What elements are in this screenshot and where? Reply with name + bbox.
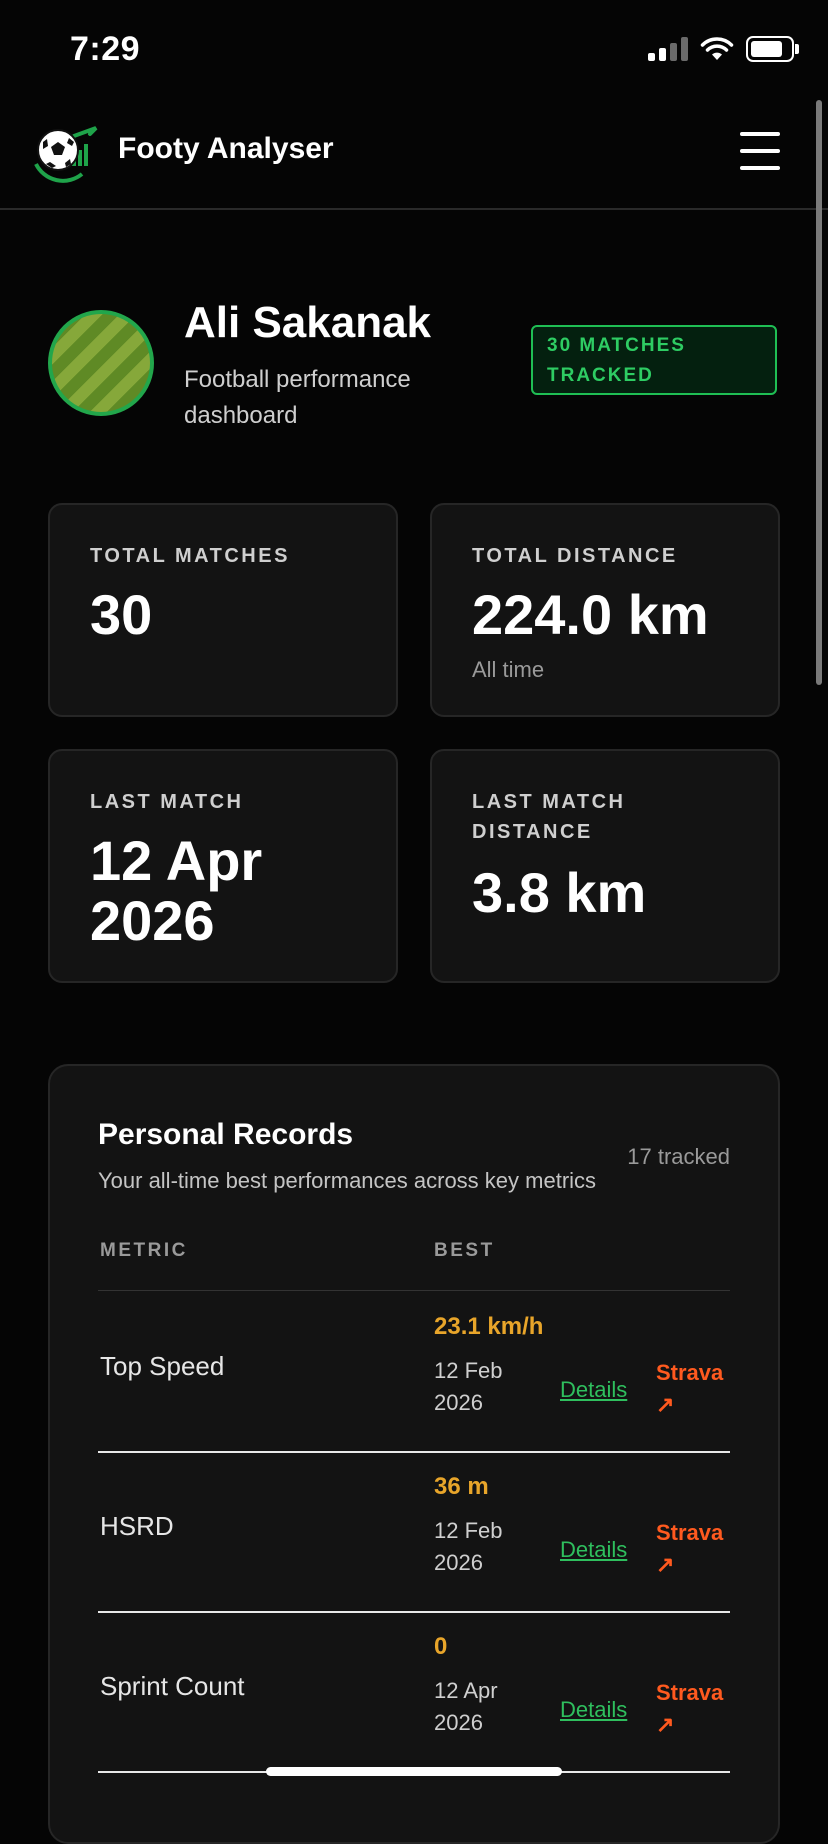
best-date: 12 Feb 2026: [434, 1518, 503, 1575]
best-date: 12 Feb 2026: [434, 1358, 503, 1415]
metric-label: Top Speed: [100, 1351, 225, 1381]
details-link[interactable]: Details: [560, 1377, 627, 1403]
stat-value: 30: [90, 583, 153, 646]
column-header-metric: METRIC: [100, 1240, 188, 1261]
hamburger-menu-icon[interactable]: [740, 132, 780, 170]
column-header-best: BEST: [434, 1240, 495, 1261]
last-match-card: LAST MATCH 12 Apr 2026: [48, 749, 398, 983]
best-value: 23.1 km/h: [434, 1313, 544, 1340]
app-title: Footy Analyser: [118, 132, 334, 165]
total-matches-card: TOTAL MATCHES 30: [48, 503, 398, 717]
best-value: 36 m: [434, 1473, 489, 1500]
strava-link[interactable]: Strava ↗: [656, 1357, 736, 1421]
stat-value: 224.0 km: [472, 583, 709, 646]
records-count: 17 tracked: [627, 1144, 730, 1169]
record-row-hsrd: HSRD 36 m 12 Feb 2026 Details Strava ↗: [98, 1451, 730, 1613]
stat-value: 3.8 km: [472, 861, 647, 924]
record-row-sprint-count: Sprint Count 0 12 Apr 2026 Details Strav…: [98, 1611, 730, 1773]
battery-icon: [746, 36, 799, 62]
stat-value: 12 Apr 2026: [90, 829, 263, 952]
stat-label: LAST MATCH: [90, 791, 244, 813]
last-match-distance-card: LAST MATCH DISTANCE 3.8 km: [430, 749, 780, 983]
stat-label: LAST MATCH DISTANCE: [472, 791, 626, 843]
metric-label: Sprint Count: [100, 1671, 245, 1701]
strava-link[interactable]: Strava ↗: [656, 1517, 736, 1581]
strava-link[interactable]: Strava ↗: [656, 1677, 736, 1741]
best-value: 0: [434, 1633, 448, 1660]
soccer-ball-logo-icon[interactable]: [30, 118, 100, 188]
stat-label: TOTAL DISTANCE: [472, 545, 678, 567]
battery-level: [751, 41, 782, 57]
details-link[interactable]: Details: [560, 1537, 627, 1563]
user-subtitle: Football performance dashboard: [184, 366, 411, 429]
stat-note: All time: [472, 657, 545, 682]
record-row-top-speed: Top Speed 23.1 km/h 12 Feb 2026 Details …: [98, 1291, 730, 1453]
home-indicator[interactable]: [266, 1767, 562, 1776]
scrollbar[interactable]: [816, 100, 822, 685]
best-date: 12 Apr 2026: [434, 1678, 498, 1735]
avatar: [48, 310, 154, 416]
user-name: Ali Sakanak: [184, 298, 432, 347]
personal-records-card: Personal Records Your all-time best perf…: [48, 1064, 780, 1844]
metric-label: HSRD: [100, 1511, 174, 1541]
status-time: 7:29: [70, 30, 141, 68]
total-distance-card: TOTAL DISTANCE 224.0 km All time: [430, 503, 780, 717]
details-link[interactable]: Details: [560, 1697, 627, 1723]
top-navbar: Footy Analyser: [0, 100, 828, 210]
records-subtitle: Your all-time best performances across k…: [98, 1168, 597, 1193]
records-title: Personal Records: [98, 1118, 354, 1151]
status-icons: [648, 36, 799, 62]
status-bar: 7:29: [0, 0, 828, 100]
wifi-icon: [700, 37, 734, 60]
cellular-signal-icon: [648, 37, 688, 61]
stat-label: TOTAL MATCHES: [90, 545, 290, 567]
matches-tracked-badge: 30 MATCHES TRACKED: [531, 325, 777, 395]
